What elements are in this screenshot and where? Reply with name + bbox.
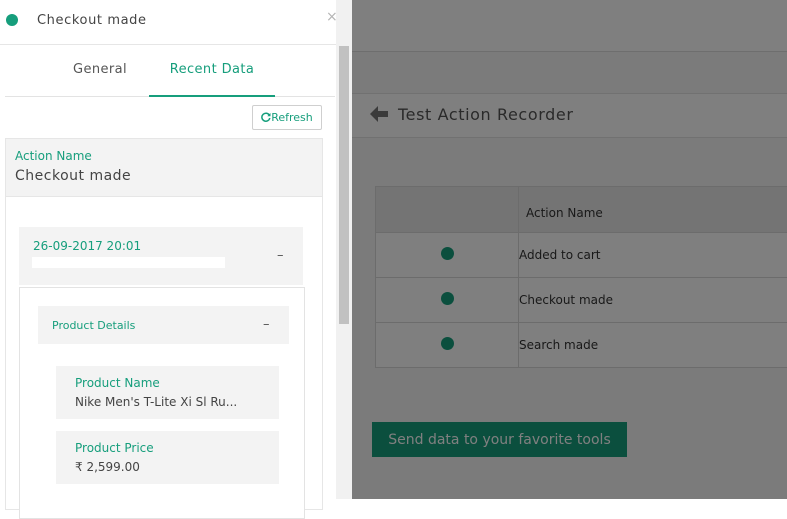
refresh-label: Refresh [271,111,313,124]
entry-timestamp: 26-09-2017 20:01 [33,239,141,253]
product-name-field: Product Name Nike Men's T-Lite Xi Sl Ru.… [56,366,279,419]
redacted-text [32,257,225,268]
field-value: ₹ 2,599.00 [75,460,140,474]
panel-tabs: General Recent Data [5,50,335,97]
refresh-button[interactable]: Refresh [252,105,322,130]
product-details-header[interactable]: Product Details – [38,306,289,344]
tab-recent-data[interactable]: Recent Data [149,62,275,97]
collapse-entry-button[interactable]: – [277,248,284,263]
field-value: Nike Men's T-Lite Xi Sl Ru... [75,395,237,409]
refresh-icon [261,112,271,122]
field-label: Product Name [75,376,160,390]
recent-data-card: Action Name Checkout made 26-09-2017 20:… [5,138,323,510]
field-label: Product Price [75,441,154,455]
action-name-label: Action Name [15,149,92,163]
entry-header[interactable]: 26-09-2017 20:01 – [19,227,303,285]
scrollbar-thumb[interactable] [339,46,349,324]
product-details-label: Product Details [52,319,135,332]
tab-general[interactable]: General [73,62,127,77]
panel-header: Checkout made × [0,0,336,45]
action-name-section: Action Name Checkout made [6,139,322,197]
panel-title: Checkout made [37,13,147,28]
panel-scrollbar[interactable] [336,0,352,499]
action-detail-panel: Checkout made × General Recent Data Refr… [0,0,336,499]
status-dot-icon [6,14,18,26]
product-price-field: Product Price ₹ 2,599.00 [56,431,279,484]
collapse-product-details-button[interactable]: – [263,317,270,332]
entry-body: Product Details – Product Name Nike Men'… [19,287,305,519]
action-name-value: Checkout made [15,168,131,184]
